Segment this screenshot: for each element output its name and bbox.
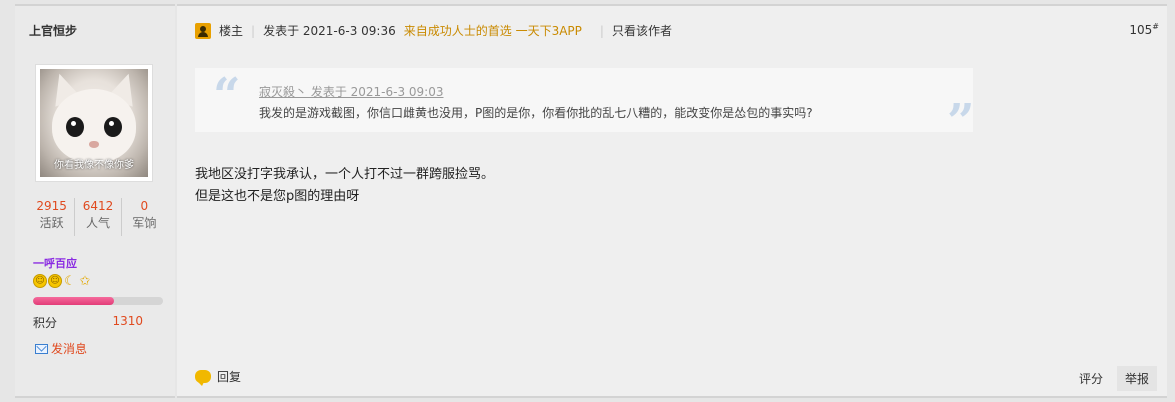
user-group-title[interactable]: 一呼百应 — [33, 255, 77, 271]
owner-label: 楼主 — [219, 24, 244, 38]
mail-icon — [35, 343, 48, 354]
cat-eye-left — [66, 117, 84, 137]
floor-number[interactable]: 105# — [1129, 22, 1159, 37]
star-medal-icon[interactable]: ✩ — [78, 274, 92, 288]
rate-button[interactable]: 评分 — [1071, 366, 1111, 391]
send-message-link[interactable]: 发消息 — [35, 340, 87, 357]
smile-medal-icon[interactable]: ☺ — [33, 274, 47, 288]
username-link[interactable]: 上官恒步 — [29, 22, 77, 39]
points-label: 积分 — [33, 316, 58, 330]
stat-label: 活跃 — [39, 216, 64, 230]
forum-post: 上官恒步 你看我像不像你爹 2915 活跃 6412 人气 0 军饷 一呼百应 … — [0, 0, 1175, 402]
points-value: 1310 — [112, 314, 143, 328]
close-quote-icon: ” — [947, 94, 975, 150]
only-author-link[interactable]: 只看该作者 — [612, 22, 672, 39]
stat-label: 人气 — [85, 216, 110, 230]
post-content-panel: 楼主 | 发表于 2021-6-3 09:36 来自成功人士的首选 一天下3AP… — [177, 4, 1167, 398]
level-progress-fill — [33, 297, 114, 305]
medal-list: ☺ ☺ ☾ ✩ — [33, 274, 92, 288]
floor-number-suffix: # — [1152, 22, 1159, 31]
floor-number-value: 105 — [1129, 23, 1153, 37]
post-body: 我地区没打字我承认，一个人打不过一群跨服捡骂。 但是这也不是您p图的理由呀 — [195, 164, 494, 208]
reply-label: 回复 — [217, 370, 242, 384]
reply-button[interactable]: 回复 — [195, 368, 242, 386]
post-header: 楼主 | 发表于 2021-6-3 09:36 来自成功人士的首选 一天下3AP… — [195, 22, 672, 39]
level-progress-bar — [33, 297, 163, 305]
cat-nose — [89, 141, 99, 148]
posted-at: 发表于 2021-6-3 09:36 — [263, 24, 396, 38]
report-button[interactable]: 举报 — [1116, 366, 1157, 391]
moon-medal-icon[interactable]: ☾ — [63, 274, 77, 288]
stat-value: 2915 — [36, 199, 67, 213]
speech-bubble-icon — [195, 370, 211, 386]
avatar[interactable]: 你看我像不像你爹 — [35, 64, 153, 182]
client-promo-link[interactable]: 来自成功人士的首选 一天下3APP — [404, 22, 582, 39]
smile-medal-icon[interactable]: ☺ — [48, 274, 62, 288]
user-stats: 2915 活跃 6412 人气 0 军饷 — [29, 198, 167, 236]
post-body-line: 我地区没打字我承认，一个人打不过一群跨服捡骂。 — [195, 167, 495, 182]
avatar-caption: 你看我像不像你爹 — [54, 160, 134, 171]
cat-avatar-image: 你看我像不像你爹 — [40, 69, 148, 177]
stat-value: 6412 — [82, 199, 114, 213]
divider: | — [599, 23, 604, 38]
stat-pay[interactable]: 0 军饷 — [122, 198, 167, 236]
quote-text: 我发的是游戏截图，你信口雌黄也没用，P图的是你，你看你批的乱七八糟的，能改变你是… — [259, 106, 813, 120]
quote-meta-link[interactable]: 寂灭殺丶 发表于 2021-6-3 09:03 — [259, 83, 444, 100]
divider: | — [251, 23, 256, 38]
post-actions: 评分 举报 — [1071, 366, 1157, 391]
user-profile-panel: 上官恒步 你看我像不像你爹 2915 活跃 6412 人气 0 军饷 一呼百应 … — [15, 4, 175, 398]
post-body-line: 但是这也不是您p图的理由呀 — [195, 189, 360, 204]
stat-label: 军饷 — [132, 216, 157, 230]
stat-value: 0 — [140, 199, 149, 213]
stat-popularity[interactable]: 6412 人气 — [75, 198, 122, 236]
stat-activity[interactable]: 2915 活跃 — [29, 198, 76, 236]
send-message-label: 发消息 — [51, 342, 88, 356]
points-row: 积分 1310 — [33, 314, 143, 331]
cat-eye-right — [104, 117, 122, 137]
open-quote-icon: “ — [213, 68, 241, 124]
quote-block: “ 寂灭殺丶 发表于 2021-6-3 09:03 我发的是游戏截图，你信口雌黄… — [195, 68, 975, 146]
cat-face — [52, 89, 136, 163]
thread-owner-icon — [195, 22, 211, 39]
